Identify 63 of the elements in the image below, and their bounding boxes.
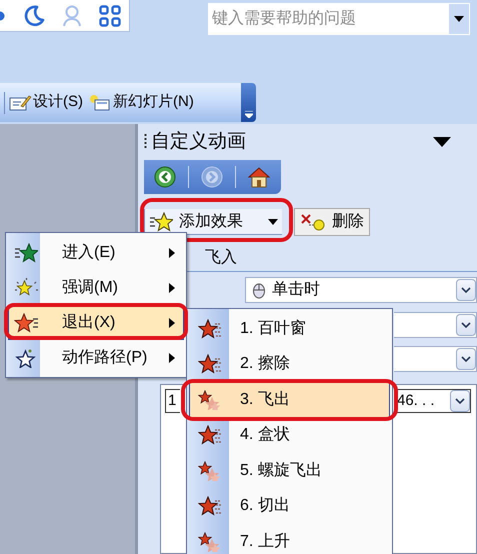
menu-item[interactable]: 强调(M) xyxy=(8,270,184,305)
menu-item[interactable]: 动作路径(P) xyxy=(8,340,184,375)
remove-button[interactable]: 删除 xyxy=(294,208,370,236)
caret-down-icon xyxy=(454,16,464,22)
forward-icon[interactable] xyxy=(201,166,223,188)
new-slide-icon xyxy=(89,94,111,112)
effect-star-icon xyxy=(198,496,222,516)
menu-item[interactable]: 进入(E) xyxy=(8,235,184,270)
help-search-field[interactable]: 键入需要帮助的问题 xyxy=(208,3,470,35)
dropdown-button[interactable] xyxy=(456,279,476,301)
submenu-arrow-icon xyxy=(169,352,175,362)
add-effect-button[interactable]: 添加效果 xyxy=(144,209,282,235)
grid-icon[interactable] xyxy=(99,4,121,26)
effect-star-icon xyxy=(198,532,222,552)
effect-star-icon xyxy=(14,348,38,368)
effect-star-icon xyxy=(198,318,222,339)
effect-star-icon xyxy=(198,390,222,410)
chevron-down-icon xyxy=(461,286,471,294)
submenu-item[interactable]: 3. 飞出 xyxy=(189,382,390,418)
toolbar-button[interactable]: 新幻灯片(N) xyxy=(89,91,200,114)
dropdown-button[interactable] xyxy=(449,4,469,34)
submenu-arrow-icon xyxy=(169,248,175,258)
chevron-down-icon xyxy=(461,356,471,362)
submenu-item[interactable]: 5. 螺旋飞出 xyxy=(189,453,390,488)
dropdown-button[interactable] xyxy=(450,390,470,412)
item-index: 1 xyxy=(165,389,180,413)
grip-icon[interactable] xyxy=(144,133,147,151)
submenu-item[interactable]: 4. 盒状 xyxy=(189,418,390,453)
effect-star-icon xyxy=(198,460,222,481)
pane-title: 自定义动画 xyxy=(151,130,246,154)
design-icon xyxy=(9,94,31,112)
effect-star-icon xyxy=(198,425,222,446)
effect-list-item[interactable]: 46. . . xyxy=(395,389,471,413)
effect-star-icon xyxy=(14,312,38,332)
submenu-item[interactable]: 7. 上升 xyxy=(189,524,390,554)
dropdown-button[interactable] xyxy=(456,314,476,336)
submenu-item[interactable]: 6. 切出 xyxy=(189,488,390,524)
help-input: 键入需要帮助的问题 xyxy=(212,7,449,31)
moon-icon[interactable] xyxy=(23,4,45,26)
caret-down-icon[interactable] xyxy=(433,137,451,147)
toolbar-options-button[interactable] xyxy=(241,83,256,122)
mouse-icon xyxy=(252,281,266,299)
effect-star-icon xyxy=(198,354,222,374)
home-icon[interactable] xyxy=(248,166,270,188)
submenu-arrow-icon xyxy=(169,318,175,328)
submenu-item[interactable]: 1. 百叶窗 xyxy=(189,311,390,346)
dropdown-field[interactable] xyxy=(394,312,477,338)
effect-name: 飞入 xyxy=(205,248,237,268)
chevron-down-icon xyxy=(455,398,465,404)
effect-star-icon xyxy=(14,242,38,262)
dropdown-button[interactable] xyxy=(456,348,476,370)
delete-icon xyxy=(300,213,326,231)
effect-star-icon xyxy=(14,278,38,298)
submenu-item[interactable]: 2. 擦除 xyxy=(189,346,390,382)
caret-down-icon xyxy=(268,218,278,224)
submenu-arrow-icon xyxy=(169,282,175,292)
star-icon xyxy=(149,212,173,232)
chevron-down-icon xyxy=(461,322,471,328)
back-icon[interactable] xyxy=(154,166,176,188)
start-dropdown[interactable]: 单击时 xyxy=(245,277,477,303)
toolbar-button[interactable]: 设计(S) xyxy=(9,91,89,114)
chevron-icon xyxy=(244,111,252,118)
dropdown-field[interactable] xyxy=(394,346,477,372)
